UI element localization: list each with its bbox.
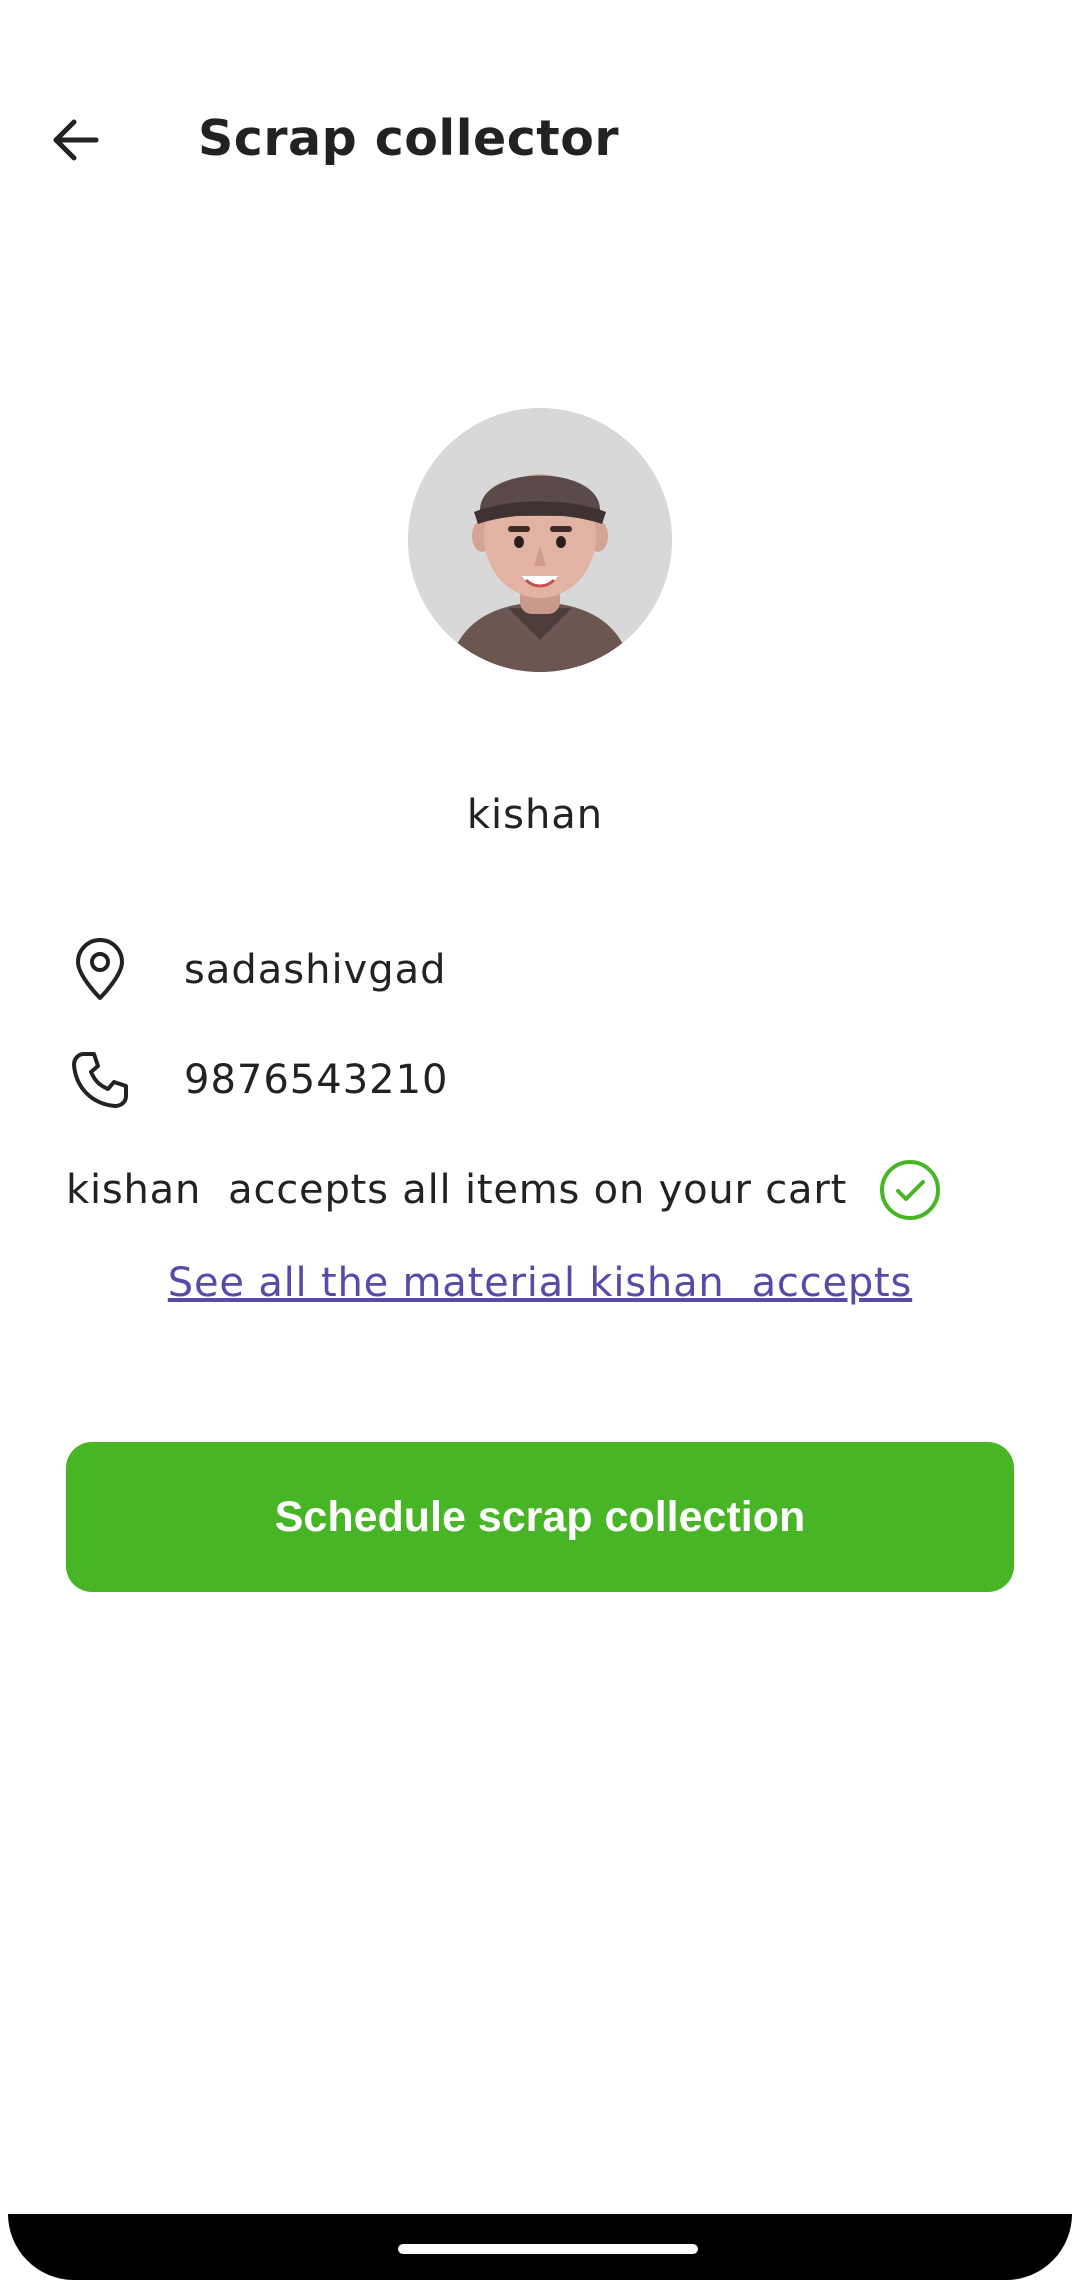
schedule-collection-button[interactable]: Schedule scrap collection	[66, 1442, 1014, 1592]
app-bar: Scrap collector	[0, 0, 1080, 290]
navigation-bar-background	[8, 2214, 1072, 2280]
collector-name: kishan	[466, 792, 604, 838]
check-circle-icon	[878, 1158, 942, 1222]
system-navigation-bar	[0, 2214, 1080, 2280]
back-button[interactable]	[36, 100, 116, 180]
location-row: sadashivgad	[64, 930, 447, 1010]
see-all-materials-link[interactable]: See all the material kishan accepts	[0, 1260, 1080, 1306]
home-indicator[interactable]	[398, 2244, 698, 2254]
location-pin-icon	[64, 934, 136, 1006]
page-title: Scrap collector	[198, 110, 620, 167]
acceptance-row: kishan accepts all items on your cart	[66, 1150, 966, 1230]
phone-icon	[64, 1044, 136, 1116]
avatar	[408, 408, 672, 672]
arrow-left-icon	[53, 119, 99, 161]
acceptance-message: kishan accepts all items on your cart	[66, 1167, 848, 1213]
collector-location: sadashivgad	[184, 947, 447, 993]
phone-row: 9876543210	[64, 1040, 449, 1120]
collector-phone: 9876543210	[184, 1057, 449, 1103]
